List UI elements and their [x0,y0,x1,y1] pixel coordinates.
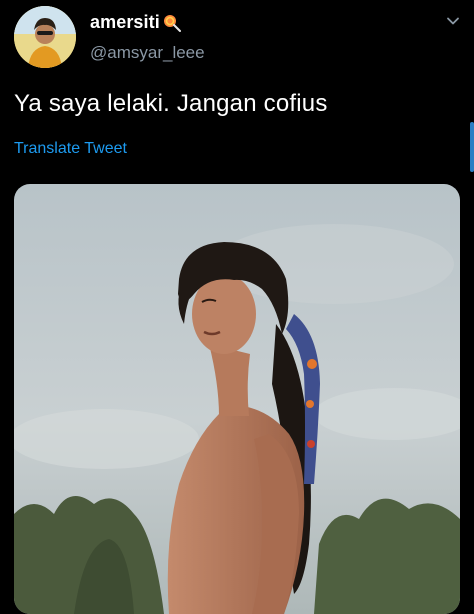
translate-tweet-link[interactable]: Translate Tweet [14,140,127,158]
lollipop-emoji-icon [163,14,181,32]
name-row: amersiti [90,12,181,33]
chevron-down-icon[interactable] [446,14,460,28]
tweet-photo[interactable] [14,184,460,614]
tweet-text: Ya saya lelaki. Jangan cofius [14,90,328,117]
display-name[interactable]: amersiti [90,12,160,33]
user-handle[interactable]: @amsyar_leee [90,43,205,63]
tweet: amersiti @amsyar_leee Ya saya lelaki. Ja… [0,0,474,614]
scrollbar[interactable] [470,122,474,172]
avatar[interactable] [14,6,76,68]
